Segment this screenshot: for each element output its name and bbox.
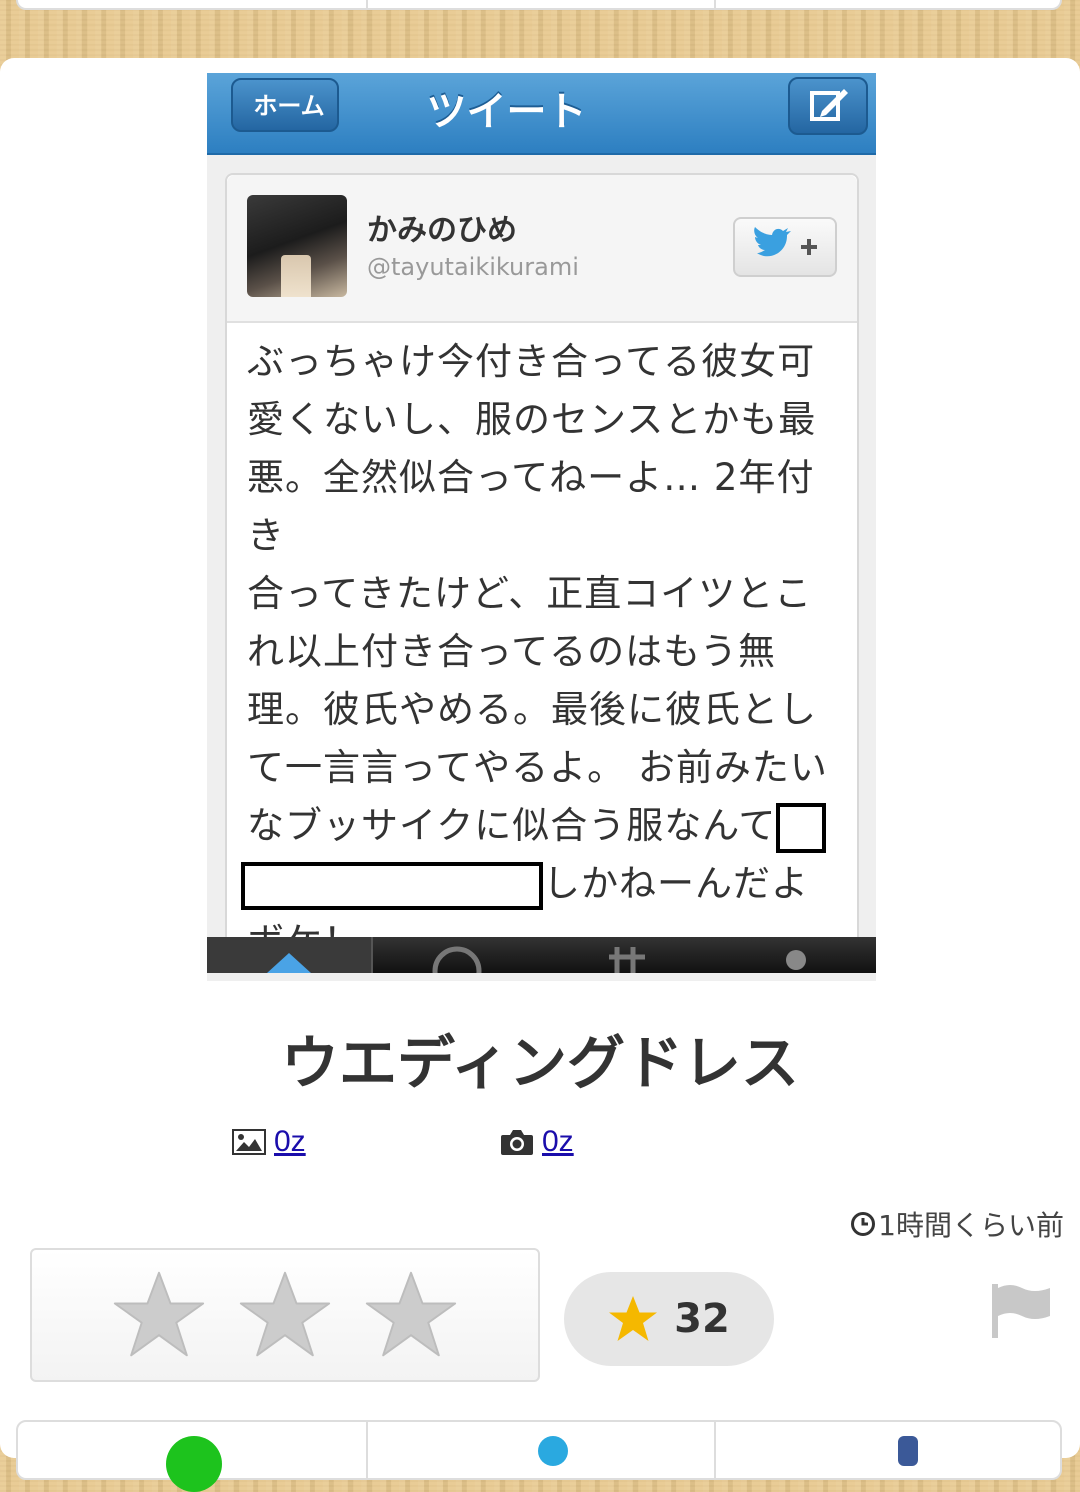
favorite-button[interactable]: 32 [564, 1272, 774, 1366]
star-icon [609, 1296, 658, 1341]
tweet-line: れ以上付き合ってるのはもう無 [247, 630, 777, 673]
page-title: ウエディングドレス [281, 1029, 799, 1097]
tweet-line: 悪。全然似合ってねーよ… 2年付き [247, 456, 815, 557]
tweet-line: 理。彼氏やめる。最後に彼氏とし [247, 688, 817, 731]
favorite-count: 32 [674, 1296, 730, 1342]
rating-stars [30, 1248, 540, 1382]
avatar [247, 195, 347, 297]
tweet-line: しかねーんだよ [241, 855, 847, 913]
star-icon[interactable] [111, 1267, 207, 1363]
tweet-line: て一言言ってやるよ。 お前みたい [247, 746, 828, 789]
post-card: ホーム ツイート かみのひめ @tayutaikikurami ぶっちゃけ今付き… [0, 58, 1080, 1492]
bottom-share-bar [16, 1420, 1062, 1492]
tweet-line: なブッサイクに似合う服なんて [247, 797, 847, 855]
twitter-share-icon[interactable] [538, 1436, 568, 1466]
flag-icon[interactable] [990, 1282, 1054, 1338]
line-share-icon[interactable] [166, 1436, 222, 1492]
redaction-box [241, 861, 543, 910]
tweet-line: 愛くないし、服のセンスとかも最 [247, 398, 817, 441]
photo-count-link[interactable]: 0z [542, 1125, 574, 1159]
twitter-bird-icon [733, 217, 837, 277]
image-icon [232, 1129, 266, 1155]
tweet-app-header: ホーム ツイート [207, 73, 876, 155]
clock-icon [851, 1212, 876, 1236]
tweet-card: かみのひめ @tayutaikikurami ぶっちゃけ今付き合ってる彼女可 愛… [225, 173, 859, 981]
redaction-box [776, 802, 827, 853]
tweet-body: ぶっちゃけ今付き合ってる彼女可 愛くないし、服のセンスとかも最 悪。全然似合って… [241, 333, 847, 971]
tweet-screenshot-image[interactable]: ホーム ツイート かみのひめ @tayutaikikurami ぶっちゃけ今付き… [207, 73, 876, 981]
time-ago-text: 1時間くらい前 [878, 1209, 1064, 1242]
tweet-user-handle: @tayutaikikurami [367, 253, 579, 281]
photo-count-stat: 0z [500, 1122, 574, 1162]
post-timestamp: 1時間くらい前 [850, 1204, 1064, 1244]
tweet-line: 合ってきたけど、正直コイツとこ [247, 572, 813, 615]
tweet-app-title: ツイート [426, 89, 587, 135]
tweet-app-tabbar [207, 937, 876, 973]
tweet-header: かみのひめ @tayutaikikurami [227, 175, 857, 323]
star-icon[interactable] [237, 1267, 333, 1363]
image-count-stat: 0z [232, 1122, 306, 1162]
image-count-link[interactable]: 0z [274, 1125, 306, 1159]
facebook-share-icon[interactable] [898, 1436, 918, 1466]
star-icon[interactable] [363, 1267, 459, 1363]
camera-icon [501, 1130, 533, 1155]
compose-icon [788, 77, 868, 135]
tweet-line: ぶっちゃけ今付き合ってる彼女可 [247, 340, 816, 383]
tab-home [207, 937, 371, 973]
top-share-bar [16, 0, 1062, 10]
tweet-user-name: かみのひめ [367, 213, 517, 248]
